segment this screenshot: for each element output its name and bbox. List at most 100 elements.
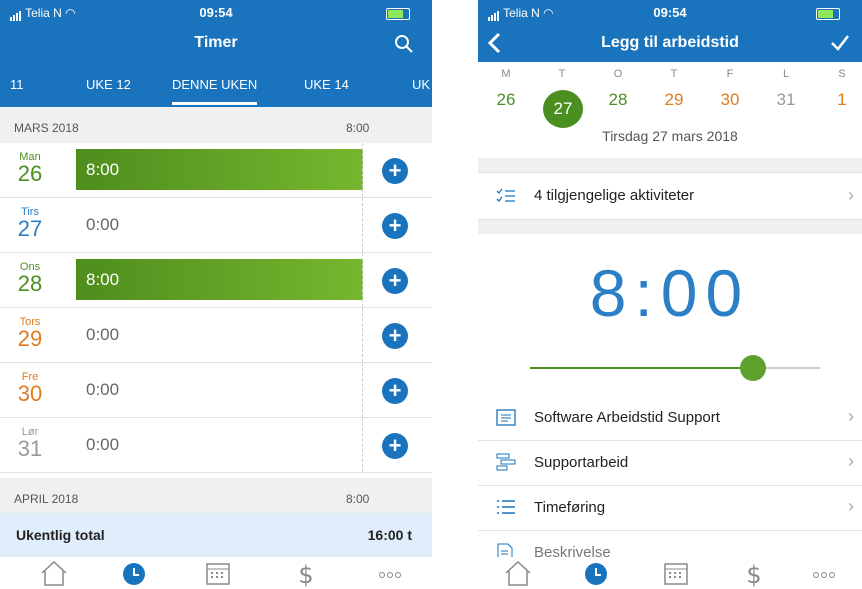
week-date[interactable]: 1 xyxy=(822,90,862,110)
svg-text:$: $ xyxy=(746,561,761,589)
weekday-letter: T xyxy=(670,68,678,80)
add-hours-button[interactable]: + xyxy=(382,158,408,184)
month-header: MARS 2018 8:00 xyxy=(0,107,432,143)
month-label: MARS 2018 xyxy=(14,121,79,135)
more-icon[interactable] xyxy=(804,557,844,589)
slider-knob[interactable] xyxy=(740,355,767,381)
month-label: APRIL 2018 xyxy=(14,492,79,506)
activities-row[interactable]: 4 tilgjengelige aktiviteter › xyxy=(478,172,862,220)
day-date: 31 xyxy=(17,436,43,461)
timesheet-row[interactable]: Timeføring › xyxy=(478,485,862,531)
chevron-right-icon: › xyxy=(848,185,854,205)
hours-value: 8:00 xyxy=(86,160,120,179)
tab-week-14[interactable]: UKE 14 xyxy=(304,77,349,92)
day-row[interactable]: Lør 31 0:00 + xyxy=(0,418,432,473)
week-date[interactable]: 31 xyxy=(766,90,806,110)
hours-bar[interactable]: 8:00 xyxy=(76,149,363,190)
search-icon[interactable] xyxy=(394,34,414,54)
tab-week-12[interactable]: UKE 12 xyxy=(86,77,131,92)
day-row[interactable]: Tors 29 0:00 + xyxy=(0,308,432,363)
left-titlebar: Timer xyxy=(0,24,432,62)
right-header: Telia N ◠ 09:54 Legg til arbeidstid xyxy=(478,0,862,62)
right-titlebar: Legg til arbeidstid xyxy=(478,24,862,62)
time-display: 8:00 xyxy=(589,256,751,330)
day-date: 27 xyxy=(17,216,43,241)
tab-this-week[interactable]: DENNE UKEN xyxy=(172,77,258,105)
week-date[interactable]: 26 xyxy=(486,90,526,110)
week-date[interactable]: 30 xyxy=(710,90,750,110)
tab-week-11[interactable]: 11 xyxy=(10,77,24,92)
calendar-icon[interactable] xyxy=(198,557,238,589)
hours-value[interactable]: 0:00 xyxy=(86,325,119,345)
divider xyxy=(478,220,862,234)
week-date[interactable]: 28 xyxy=(598,90,638,110)
day-row[interactable]: Fre 30 0:00 + xyxy=(0,363,432,418)
day-label: Ons 28 xyxy=(10,261,50,295)
day-label: Tirs 27 xyxy=(10,206,50,240)
hours-value[interactable]: 0:00 xyxy=(86,435,119,455)
page-title: Timer xyxy=(194,34,238,51)
week-tabs: 11 UKE 12 DENNE UKEN UKE 14 UK xyxy=(0,62,432,107)
description-label: Beskrivelse xyxy=(534,544,611,558)
time-slider[interactable] xyxy=(530,355,820,381)
folder-icon xyxy=(496,409,516,426)
weekday-letter: M xyxy=(501,68,511,80)
calendar-icon[interactable] xyxy=(656,557,696,589)
home-icon[interactable] xyxy=(498,557,538,589)
divider xyxy=(362,418,363,472)
hours-value[interactable]: 0:00 xyxy=(86,215,119,235)
dollar-icon[interactable]: $ xyxy=(286,557,326,589)
day-label: Lør 31 xyxy=(10,426,50,460)
day-date: 30 xyxy=(17,381,43,406)
day-label: Man 26 xyxy=(10,151,50,185)
hours-bar[interactable]: 8:00 xyxy=(76,259,363,300)
week-date[interactable]: 27 xyxy=(543,90,583,128)
clock-icon[interactable] xyxy=(114,557,154,589)
day-list: Man 26 8:00 + Tirs 27 0:00 + Ons 28 8:00 + Tors 29 0:0… xyxy=(0,143,432,473)
description-row[interactable]: Beskrivelse xyxy=(478,530,862,558)
slider-fill xyxy=(530,367,754,369)
home-icon[interactable] xyxy=(34,557,74,589)
day-date: 29 xyxy=(17,326,43,351)
chevron-right-icon: › xyxy=(848,451,854,471)
add-worktime-screen: Telia N ◠ 09:54 Legg til arbeidstid M T O T… xyxy=(478,0,862,589)
status-time: 09:54 xyxy=(199,5,233,20)
add-hours-button[interactable]: + xyxy=(382,433,408,459)
divider xyxy=(362,363,363,417)
more-icon[interactable] xyxy=(370,557,410,589)
timer-screen: Telia N ◠ 09:54 Timer 11 UKE 12 DENNE UK… xyxy=(0,0,432,589)
list-icon xyxy=(497,500,515,514)
add-hours-button[interactable]: + xyxy=(382,268,408,294)
activity-label: Supportarbeid xyxy=(534,454,629,471)
day-row[interactable]: Ons 28 8:00 + xyxy=(0,253,432,308)
add-hours-button[interactable]: + xyxy=(382,323,408,349)
status-time: 09:54 xyxy=(653,5,687,20)
chevron-right-icon: › xyxy=(848,406,854,426)
month-header-april: APRIL 2018 8:00 xyxy=(0,478,432,514)
chevron-right-icon: › xyxy=(848,496,854,516)
clock-icon[interactable] xyxy=(576,557,616,589)
add-hours-button[interactable]: + xyxy=(382,213,408,239)
dollar-icon[interactable]: $ xyxy=(734,557,774,589)
activities-label: 4 tilgjengelige aktiviteter xyxy=(534,187,695,204)
page-title: Legg til arbeidstid xyxy=(601,34,739,51)
week-date[interactable]: 29 xyxy=(654,90,694,110)
day-label: Fre 30 xyxy=(10,371,50,405)
add-hours-button[interactable]: + xyxy=(382,378,408,404)
day-row[interactable]: Tirs 27 0:00 + xyxy=(0,198,432,253)
weekday-letters: MTOTFLS xyxy=(478,68,862,86)
activity-row[interactable]: Supportarbeid › xyxy=(478,440,862,486)
tasks-icon xyxy=(496,453,516,471)
project-row[interactable]: Software Arbeidstid Support › xyxy=(478,395,862,441)
weekday-letter: O xyxy=(613,68,623,80)
svg-text:$: $ xyxy=(298,561,313,589)
week-date-strip: 26 27 28 29 30 31 1 xyxy=(478,86,862,128)
day-row[interactable]: Man 26 8:00 + xyxy=(0,143,432,198)
selected-date: Tirsdag 27 mars 2018 xyxy=(602,128,738,144)
day-label: Tors 29 xyxy=(10,316,50,350)
tab-week-15[interactable]: UK xyxy=(412,77,430,92)
timesheet-label: Timeføring xyxy=(534,499,606,516)
hours-value[interactable]: 0:00 xyxy=(86,380,119,400)
checkmark-icon[interactable] xyxy=(830,34,850,52)
weekly-total-label: Ukentlig total xyxy=(16,527,105,543)
